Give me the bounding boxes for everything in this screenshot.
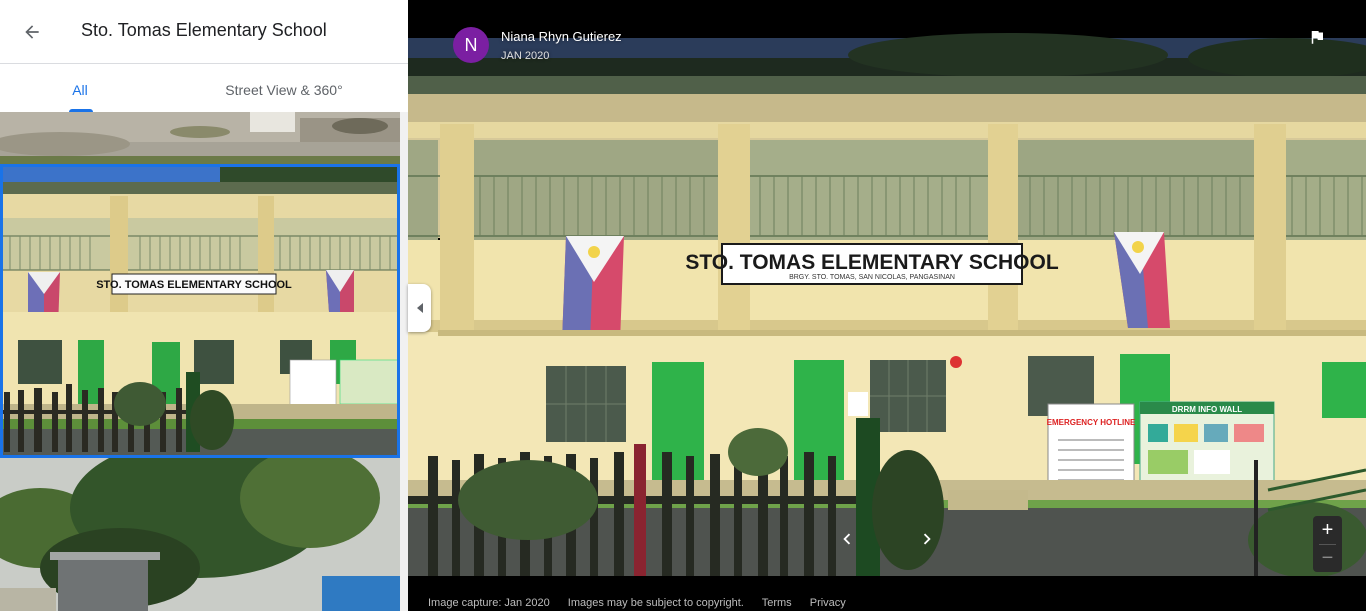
chevron-right-icon	[923, 533, 931, 545]
photo-viewer[interactable]: STO. TOMAS ELEMENTARY SCHOOL BRGY. STO. …	[408, 0, 1366, 611]
photo-thumbnail[interactable]	[0, 112, 400, 164]
privacy-link[interactable]: Privacy	[810, 597, 846, 609]
school-sign-text: STO. TOMAS ELEMENTARY SCHOOL	[96, 279, 292, 291]
school-sign-subtext: BRGY. STO. TOMAS, SAN NICOLAS, PANGASINA…	[789, 274, 955, 281]
zoom-out-button[interactable]: −	[1313, 544, 1342, 572]
photo-thumbnail[interactable]	[0, 458, 400, 611]
school-sign-text: STO. TOMAS ELEMENTARY SCHOOL	[685, 251, 1059, 274]
contributor-name[interactable]: Niana Rhyn Gutierez	[501, 29, 622, 44]
flag-icon	[1311, 31, 1323, 44]
collapse-panel-button[interactable]	[408, 284, 431, 332]
main-photo[interactable]: STO. TOMAS ELEMENTARY SCHOOL BRGY. STO. …	[408, 0, 1366, 611]
tab-street-view[interactable]: Street View & 360°	[160, 64, 408, 112]
thumbnail-list: STO. TOMAS ELEMENTARY SCHOOL	[0, 112, 400, 611]
tab-all[interactable]: All	[0, 64, 160, 112]
footer: Image capture: Jan 2020 Images may be su…	[428, 597, 861, 609]
info-board-text: DRRM INFO WALL	[1172, 405, 1242, 414]
chevron-left-icon	[843, 533, 851, 545]
place-title: Sto. Tomas Elementary School	[81, 20, 327, 40]
zoom-control: + −	[1313, 516, 1342, 572]
photo-list-panel: Sto. Tomas Elementary School All Street …	[0, 0, 408, 611]
photo-tabs: All Street View & 360°	[0, 64, 408, 112]
photo-date: JAN 2020	[501, 50, 550, 62]
report-button[interactable]	[1304, 24, 1330, 50]
panel-header: Sto. Tomas Elementary School	[0, 0, 408, 64]
triangle-left-icon	[416, 303, 423, 313]
copyright-notice: Images may be subject to copyright.	[567, 597, 744, 609]
emergency-board-text: EMERGENCY HOTLINE	[1047, 418, 1136, 427]
back-button[interactable]	[14, 14, 50, 50]
zoom-in-button[interactable]: +	[1313, 516, 1342, 544]
next-photo-button[interactable]	[912, 524, 942, 554]
terms-link[interactable]: Terms	[762, 597, 792, 609]
image-capture-date: Image capture: Jan 2020	[428, 597, 550, 609]
scrollbar[interactable]	[400, 112, 408, 611]
avatar[interactable]: N	[453, 27, 489, 63]
photo-thumbnail-selected[interactable]: STO. TOMAS ELEMENTARY SCHOOL	[0, 164, 400, 458]
arrow-left-icon	[25, 25, 39, 39]
previous-photo-button[interactable]	[832, 524, 862, 554]
